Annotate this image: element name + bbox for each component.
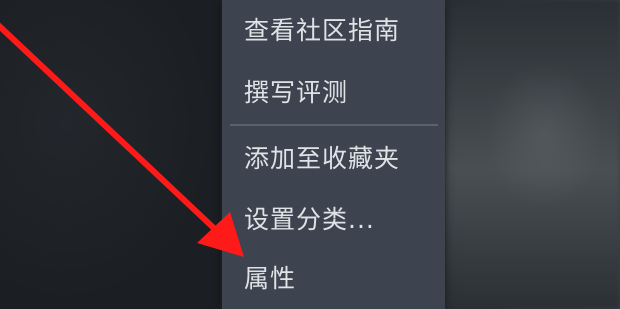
menu-separator: [230, 124, 438, 126]
background-left: [0, 0, 220, 309]
menu-item-view-community-guidelines[interactable]: 查看社区指南: [244, 14, 400, 48]
menu-item-write-review[interactable]: 撰写评测: [244, 76, 348, 110]
background-right-blurred: [445, 0, 620, 309]
context-menu: 查看社区指南 撰写评测 添加至收藏夹 设置分类... 属性: [222, 0, 445, 309]
menu-item-add-to-favorites[interactable]: 添加至收藏夹: [244, 142, 400, 176]
menu-item-properties[interactable]: 属性: [244, 262, 296, 296]
menu-item-set-category[interactable]: 设置分类...: [244, 203, 375, 237]
screenshot-stage: 查看社区指南 撰写评测 添加至收藏夹 设置分类... 属性: [0, 0, 620, 309]
